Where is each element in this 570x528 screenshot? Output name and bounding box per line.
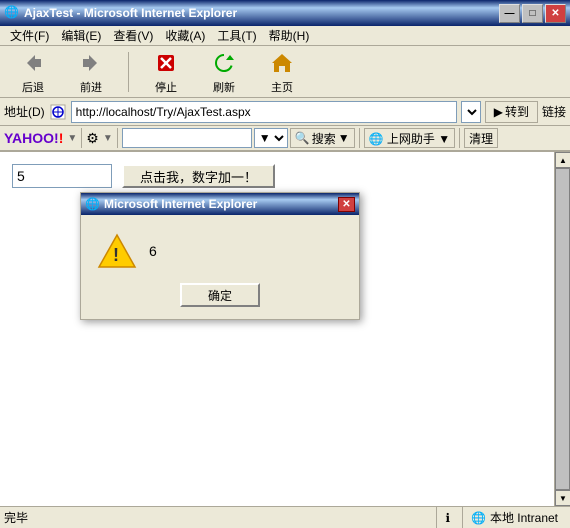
number-input[interactable] (12, 164, 112, 188)
go-icon: ▶ (494, 105, 503, 119)
yahoo-search-input[interactable] (122, 128, 252, 148)
status-bar: 完毕 ℹ 🌐 本地 Intranet (0, 506, 570, 528)
address-input-wrap[interactable] (71, 101, 457, 123)
zone-icon: 🌐 (471, 511, 486, 525)
dialog-close-button[interactable]: ✕ (338, 197, 355, 212)
dialog-box: 🌐 Microsoft Internet Explorer ✕ ! 6 确定 (80, 192, 360, 320)
status-text: 完毕 (4, 509, 432, 526)
links-label: 链接 (542, 103, 566, 120)
dialog-message: 6 (149, 243, 157, 259)
scrollbar[interactable]: ▲ ▼ (554, 152, 570, 506)
minimize-button[interactable]: — (499, 4, 520, 23)
yahoo-search-button[interactable]: 🔍 搜索 ▼ (290, 128, 355, 148)
dialog-icon: 🌐 (85, 197, 100, 211)
page-area: 点击我，数字加一！ 🌐 Microsoft Internet Explorer … (0, 152, 554, 506)
status-security-section: ℹ (436, 507, 458, 528)
dialog-title-text: Microsoft Internet Explorer (104, 197, 338, 211)
window-title: AjaxTest - Microsoft Internet Explorer (24, 6, 499, 20)
search-icon: 🔍 (295, 131, 310, 145)
stop-button[interactable]: 停止 (141, 47, 191, 97)
increment-button[interactable]: 点击我，数字加一！ (122, 164, 275, 188)
yahoo-help-button[interactable]: 🌐 上网助手 ▼ (364, 128, 456, 148)
refresh-label: 刷新 (213, 79, 235, 95)
address-label: 地址(D) (4, 103, 45, 120)
toolbar: 后退 前进 停止 刷新 (0, 46, 570, 98)
zone-label: 本地 Intranet (490, 509, 558, 526)
yahoo-gear-icon[interactable]: ⚙ (86, 130, 99, 147)
warning-icon: ! (97, 231, 137, 271)
menu-file[interactable]: 文件(F) (4, 25, 55, 46)
back-icon (19, 49, 47, 77)
scroll-up-button[interactable]: ▲ (555, 152, 570, 168)
menu-favorites[interactable]: 收藏(A) (159, 25, 211, 46)
page-icon (49, 103, 67, 121)
back-button[interactable]: 后退 (8, 47, 58, 97)
yahoo-search-wrap: ▼ 🔍 搜索 ▼ (122, 128, 355, 148)
yahoo-gear-arrow[interactable]: ▼ (103, 133, 113, 144)
scroll-down-button[interactable]: ▼ (555, 490, 570, 506)
go-label: 转到 (505, 103, 529, 120)
back-label: 后退 (22, 79, 44, 95)
yahoo-logo: YAHOO!! (4, 130, 63, 146)
address-dropdown[interactable]: ▼ (461, 101, 481, 123)
yahoo-search-type-dropdown[interactable]: ▼ (254, 128, 288, 148)
window-controls: — □ ✕ (499, 4, 566, 23)
scroll-thumb[interactable] (555, 168, 570, 490)
yahoo-separator-4 (459, 128, 460, 148)
yahoo-separator-3 (359, 128, 360, 148)
maximize-button[interactable]: □ (522, 4, 543, 23)
content-inner: 点击我，数字加一！ (12, 164, 542, 188)
yahoo-clear-button[interactable]: 清理 (464, 128, 498, 148)
home-label: 主页 (271, 79, 293, 95)
go-button[interactable]: ▶ 转到 (485, 101, 538, 123)
forward-icon (77, 49, 105, 77)
address-bar: 地址(D) ▼ ▶ 转到 链接 (0, 98, 570, 126)
menu-help[interactable]: 帮助(H) (263, 25, 316, 46)
dialog-content: ! 6 (97, 231, 343, 271)
stop-label: 停止 (155, 79, 177, 95)
dialog-body: ! 6 确定 (81, 215, 359, 319)
title-bar: 🌐 AjaxTest - Microsoft Internet Explorer… (0, 0, 570, 26)
forward-label: 前进 (80, 79, 102, 95)
info-icon: ℹ (445, 511, 450, 525)
refresh-icon (210, 49, 238, 77)
forward-button[interactable]: 前进 (66, 47, 116, 97)
clear-label: 清理 (469, 132, 493, 146)
search-label: 搜索 (312, 130, 336, 147)
svg-text:!: ! (113, 245, 119, 265)
status-zone-section: 🌐 本地 Intranet (462, 507, 566, 528)
menu-edit[interactable]: 编辑(E) (55, 25, 107, 46)
stop-icon (152, 49, 180, 77)
dialog-ok-button[interactable]: 确定 (180, 283, 260, 307)
dialog-title-bar: 🌐 Microsoft Internet Explorer ✕ (81, 193, 359, 215)
menu-view[interactable]: 查看(V) (107, 25, 159, 46)
search-arrow: ▼ (338, 131, 350, 145)
main-content: 点击我，数字加一！ 🌐 Microsoft Internet Explorer … (0, 152, 570, 506)
menu-tools[interactable]: 工具(T) (211, 25, 262, 46)
home-button[interactable]: 主页 (257, 47, 307, 97)
browser-icon: 🌐 (4, 5, 20, 21)
toolbar-separator-1 (128, 52, 129, 92)
refresh-button[interactable]: 刷新 (199, 47, 249, 97)
yahoo-separator-1 (81, 128, 82, 148)
help-icon: 🌐 (369, 132, 384, 146)
yahoo-separator-2 (117, 128, 118, 148)
yahoo-bar: YAHOO!! ▼ ⚙ ▼ ▼ 🔍 搜索 ▼ 🌐 上网助手 ▼ 清理 (0, 126, 570, 152)
close-button[interactable]: ✕ (545, 4, 566, 23)
home-icon (268, 49, 296, 77)
help-arrow: ▼ (438, 132, 450, 146)
menu-bar: 文件(F) 编辑(E) 查看(V) 收藏(A) 工具(T) 帮助(H) (0, 26, 570, 46)
address-input[interactable] (76, 105, 452, 119)
yahoo-dropdown-arrow[interactable]: ▼ (67, 133, 77, 144)
